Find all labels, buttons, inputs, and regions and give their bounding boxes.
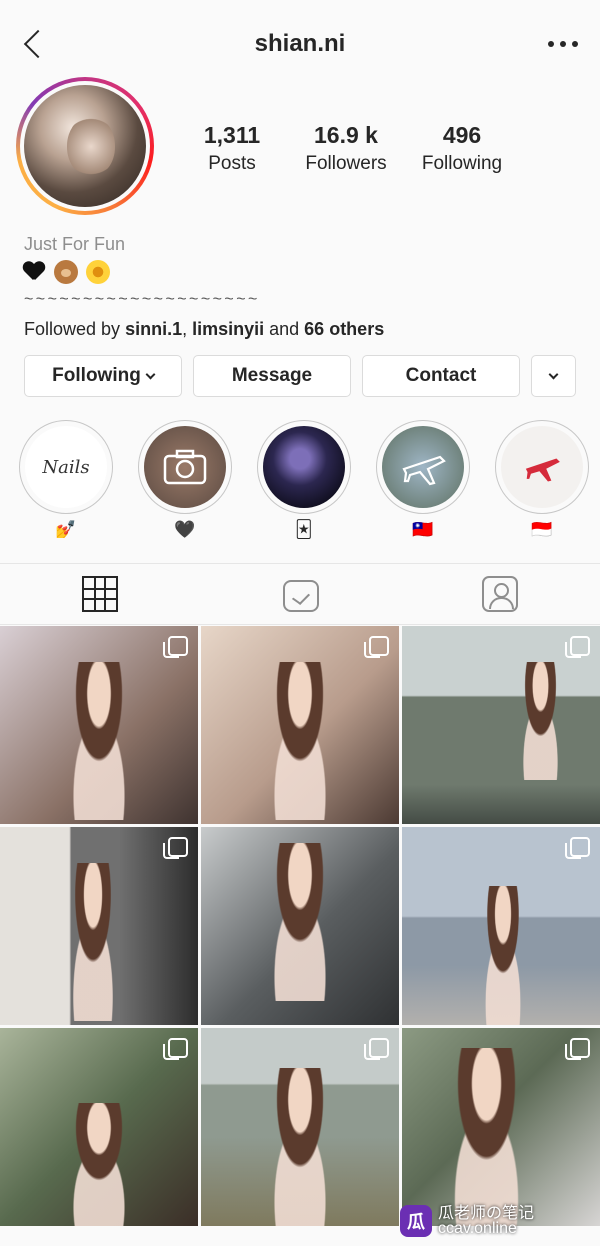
watermark-logo: 瓜 xyxy=(400,1205,432,1237)
following-label: Following xyxy=(421,153,503,174)
camera-highlight-cover xyxy=(144,426,226,508)
followed-user-link[interactable]: sinni.1 xyxy=(125,319,182,339)
carousel-icon xyxy=(163,636,188,658)
post-thumbnail[interactable] xyxy=(402,1028,600,1226)
more-options-icon[interactable] xyxy=(548,32,578,56)
airplane-icon xyxy=(402,455,446,486)
posts-label: Posts xyxy=(208,153,256,174)
contact-button[interactable]: Contact xyxy=(362,355,520,397)
posts-grid xyxy=(0,626,600,1226)
nails-cover-text: Nails xyxy=(42,456,90,478)
post-thumbnail[interactable] xyxy=(402,827,600,1025)
avatar-image xyxy=(24,85,146,207)
following-button-label: Following xyxy=(52,365,141,386)
chevron-down-icon xyxy=(145,369,156,379)
site-watermark: 瓜 瓜老师の笔记 ccav.online xyxy=(400,1204,592,1238)
carousel-icon xyxy=(163,1038,188,1060)
stat-followers[interactable]: 16.9 k Followers xyxy=(298,122,394,175)
stat-following[interactable]: 496 Following xyxy=(414,122,510,175)
watermark-text: 瓜老师の笔记 ccav.online xyxy=(438,1205,535,1237)
story-highlight[interactable]: 🇮🇩 xyxy=(495,420,589,542)
airplane-icon xyxy=(525,458,560,482)
post-thumbnail[interactable] xyxy=(201,626,399,824)
carousel-icon xyxy=(565,837,590,859)
following-button[interactable]: Following xyxy=(24,355,182,397)
post-thumbnail[interactable] xyxy=(201,1028,399,1226)
post-thumbnail[interactable] xyxy=(0,827,198,1025)
carousel-icon xyxy=(565,1038,590,1060)
suggested-accounts-button[interactable] xyxy=(531,355,576,397)
story-highlight[interactable]: Nails 💅 xyxy=(19,420,113,542)
camera-icon xyxy=(163,449,207,485)
contact-button-label: Contact xyxy=(405,365,477,386)
tagged-icon[interactable] xyxy=(482,576,518,612)
carousel-icon xyxy=(163,837,188,859)
bio-decoration: ~ ~ ~ ~ ~ ~ ~ ~ ~ ~ ~ ~ ~ ~ ~ ~ ~ ~ ~ ~ xyxy=(24,291,257,308)
sunflower-icon xyxy=(86,260,110,284)
followers-label: Followers xyxy=(305,153,387,174)
story-highlight[interactable]: 🇹🇼 xyxy=(376,420,470,542)
travel-highlight-cover xyxy=(501,426,583,508)
bio-emoji-row xyxy=(24,259,584,285)
followed-separator: , xyxy=(182,319,193,339)
igtv-icon[interactable] xyxy=(283,580,319,612)
watermark-domain: ccav.online xyxy=(438,1220,517,1237)
grid-icon[interactable] xyxy=(82,576,118,612)
highlight-label: 🖤 xyxy=(174,520,196,539)
followed-user-link[interactable]: limsinyii xyxy=(192,319,264,339)
carousel-icon xyxy=(364,636,389,658)
bio-name: Just For Fun xyxy=(24,234,126,254)
profile-bio: Just For Fun ~ ~ ~ ~ ~ ~ ~ ~ ~ ~ ~ ~ ~ ~… xyxy=(24,234,584,340)
post-thumbnail[interactable] xyxy=(402,626,600,824)
post-thumbnail[interactable] xyxy=(201,827,399,1025)
carousel-icon xyxy=(364,1038,389,1060)
teddy-bear-icon xyxy=(54,260,78,284)
highlight-label: 💅 xyxy=(55,520,77,539)
story-highlight[interactable]: 🖤 xyxy=(138,420,232,542)
highlight-label: 🃏 xyxy=(295,520,313,539)
followed-prefix: Followed by xyxy=(24,319,126,339)
travel-highlight-cover xyxy=(382,426,464,508)
followed-and: and xyxy=(264,319,305,339)
followed-by-text: Followed by sinni.1, limsinyii and 66 ot… xyxy=(24,319,584,340)
followers-count: 16.9 k xyxy=(314,122,378,148)
story-highlight[interactable]: 🃏 xyxy=(257,420,351,542)
concert-highlight-cover xyxy=(263,426,345,508)
message-button[interactable]: Message xyxy=(193,355,351,397)
following-count: 496 xyxy=(442,122,482,148)
profile-username: shian.ni xyxy=(254,30,346,57)
highlight-label: 🇮🇩 xyxy=(531,520,553,539)
profile-tabs xyxy=(0,563,600,625)
followed-others-link[interactable]: 66 others xyxy=(304,319,384,339)
profile-avatar[interactable] xyxy=(16,77,154,215)
black-heart-icon xyxy=(24,262,46,282)
stat-posts[interactable]: 1,311 Posts xyxy=(198,122,266,175)
posts-count: 1,311 xyxy=(203,122,261,148)
carousel-icon xyxy=(565,636,590,658)
highlight-label: 🇹🇼 xyxy=(412,520,434,539)
chevron-down-icon xyxy=(548,369,559,379)
post-thumbnail[interactable] xyxy=(0,1028,198,1226)
post-thumbnail[interactable] xyxy=(0,626,198,824)
nails-highlight-cover: Nails xyxy=(25,426,107,508)
watermark-title: 瓜老师の笔记 xyxy=(438,1205,535,1222)
message-button-label: Message xyxy=(231,365,313,386)
